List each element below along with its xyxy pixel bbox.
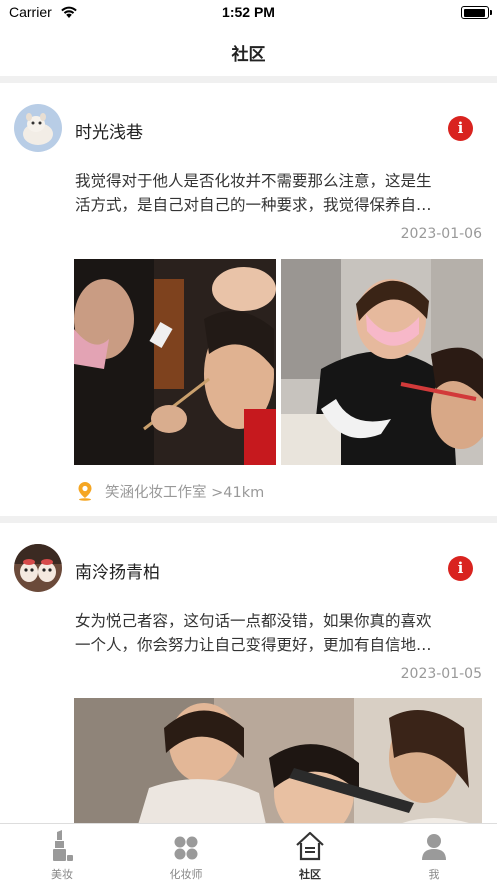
grid-icon bbox=[173, 835, 199, 865]
tab-makeup-artist[interactable]: 化妆师 bbox=[124, 824, 248, 883]
status-time: 1:52 PM bbox=[222, 4, 275, 20]
tab-bar: 美妆 化妆师 社区 我 bbox=[0, 823, 497, 883]
tab-community[interactable]: 社区 bbox=[248, 824, 372, 883]
post-card[interactable]: 时光浅巷 i 我觉得对于他人是否化妆并不需要那么注意，这是生 活方式，是自己对自… bbox=[0, 83, 497, 516]
avatar[interactable] bbox=[14, 544, 62, 592]
tab-me[interactable]: 我 bbox=[372, 824, 496, 883]
post-username[interactable]: 时光浅巷 bbox=[75, 118, 143, 143]
post-text-line: 活方式，是自己对自己的一种要求，我觉得保养自… bbox=[75, 196, 432, 214]
location-text: 笑涵化妆工作室 >41km bbox=[105, 485, 265, 501]
post-photo[interactable] bbox=[281, 259, 483, 465]
post-date: 2023-01-05 bbox=[400, 666, 482, 682]
person-icon bbox=[421, 833, 447, 865]
tab-label: 社区 bbox=[299, 868, 321, 881]
section-divider bbox=[0, 76, 497, 83]
status-bar: Carrier 1:52 PM bbox=[0, 0, 497, 26]
tab-label: 美妆 bbox=[51, 868, 73, 881]
location-link[interactable]: 笑涵化妆工作室 >41km bbox=[77, 481, 264, 505]
info-icon[interactable]: i bbox=[448, 116, 473, 141]
avatar[interactable] bbox=[14, 104, 62, 152]
battery-icon bbox=[461, 6, 492, 19]
tab-beauty[interactable]: 美妆 bbox=[0, 824, 124, 883]
navigation-bar: 社区 bbox=[0, 26, 497, 76]
post-text-line: 女为悦己者容，这句话一点都没错，如果你真的喜欢 bbox=[75, 612, 432, 630]
page-title: 社区 bbox=[231, 45, 266, 65]
post-photo[interactable] bbox=[74, 698, 482, 823]
post-date: 2023-01-06 bbox=[400, 226, 482, 242]
post-text-line: 一个人，你会努力让自己变得更好，更加有自信地… bbox=[75, 636, 432, 654]
info-icon[interactable]: i bbox=[448, 556, 473, 581]
post-text-line: 我觉得对于他人是否化妆并不需要那么注意，这是生 bbox=[75, 172, 432, 190]
post-username[interactable]: 南泠扬青柏 bbox=[75, 558, 160, 583]
home-icon bbox=[295, 831, 325, 865]
tab-label: 化妆师 bbox=[169, 868, 203, 881]
post-card[interactable]: 南泠扬青柏 i 女为悦己者容，这句话一点都没错，如果你真的喜欢 一个人，你会努力… bbox=[0, 523, 497, 823]
post-photo[interactable] bbox=[74, 259, 276, 465]
location-pin-icon bbox=[77, 481, 93, 505]
section-divider bbox=[0, 516, 497, 523]
lipstick-icon bbox=[49, 830, 75, 866]
tab-label: 我 bbox=[428, 868, 440, 881]
